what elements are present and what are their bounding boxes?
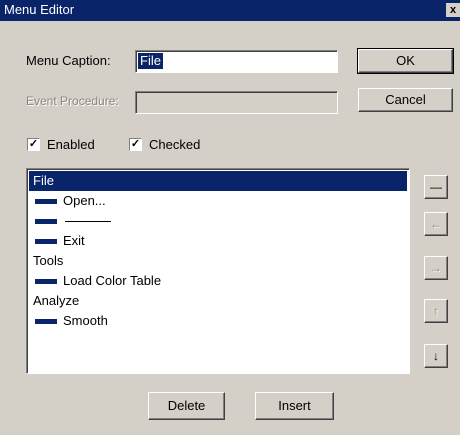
menu-caption-value: File	[138, 53, 163, 69]
separator-icon: —	[430, 180, 442, 194]
list-item-label: Load Color Table	[63, 273, 162, 288]
arrow-down-icon: ↓	[433, 349, 439, 363]
list-item[interactable]: Exit	[29, 231, 407, 251]
cancel-button[interactable]: Cancel	[358, 88, 453, 112]
event-procedure-input[interactable]	[135, 91, 338, 114]
ok-button-label: OK	[396, 53, 415, 68]
arrow-right-icon: →	[430, 261, 442, 275]
insert-button[interactable]: Insert	[255, 392, 334, 420]
separator-line	[65, 221, 111, 223]
move-down-button[interactable]: ↓	[424, 344, 448, 368]
list-item[interactable]: Tools	[29, 251, 407, 271]
window-title: Menu Editor	[4, 2, 75, 17]
checked-label: Checked	[149, 137, 201, 152]
arrow-up-icon: ↑	[433, 304, 439, 318]
list-item-label: Open...	[63, 193, 106, 208]
move-right-button[interactable]: →	[424, 256, 448, 280]
list-item[interactable]: Open...	[29, 191, 407, 211]
menu-items-list[interactable]: File Open... Exit Tools Load Color Table…	[26, 168, 410, 374]
indent-marker	[35, 319, 57, 325]
enabled-checkbox[interactable]: ✓	[27, 138, 40, 151]
list-item-label: Exit	[63, 233, 85, 248]
menu-caption-input[interactable]: File	[135, 50, 338, 73]
list-item-label: Tools	[33, 253, 64, 268]
list-item[interactable]: Smooth	[29, 311, 407, 331]
menu-caption-label: Menu Caption:	[26, 53, 111, 68]
move-left-button[interactable]: ←	[424, 212, 448, 236]
indent-marker	[35, 199, 57, 205]
enabled-label: Enabled	[47, 137, 95, 152]
insert-separator-button[interactable]: —	[424, 175, 448, 199]
list-item[interactable]	[29, 211, 407, 231]
list-item[interactable]: Analyze	[29, 291, 407, 311]
list-item[interactable]: File	[29, 171, 407, 191]
event-procedure-label: Event Procedure:	[26, 94, 119, 108]
delete-button-label: Delete	[167, 398, 206, 413]
title-bar: Menu Editor x	[0, 0, 460, 21]
move-up-button[interactable]: ↑	[424, 299, 448, 323]
cancel-button-label: Cancel	[385, 92, 426, 107]
checked-checkbox[interactable]: ✓	[129, 138, 142, 151]
ok-button[interactable]: OK	[357, 48, 454, 74]
insert-button-label: Insert	[278, 398, 311, 413]
delete-button[interactable]: Delete	[148, 392, 225, 420]
menu-editor-dialog: Menu Editor x Menu Caption: File Event P…	[0, 0, 460, 435]
arrow-left-icon: ←	[430, 217, 442, 231]
list-item[interactable]: Load Color Table	[29, 271, 407, 291]
list-item-label: Smooth	[63, 313, 108, 328]
list-item-label: File	[33, 173, 54, 188]
list-item-label: Analyze	[33, 293, 80, 308]
indent-marker	[35, 219, 57, 225]
indent-marker	[35, 279, 57, 285]
close-icon[interactable]: x	[446, 3, 460, 17]
indent-marker	[35, 239, 57, 245]
